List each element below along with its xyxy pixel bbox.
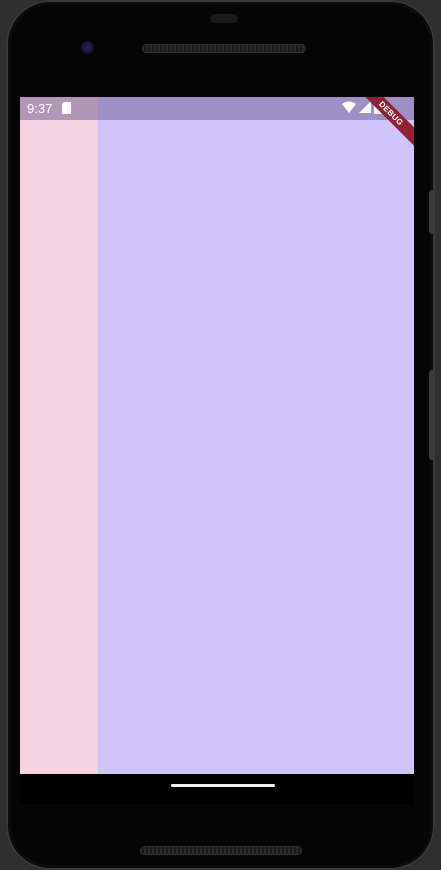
- power-button: [429, 370, 435, 460]
- status-bar: 9:37: [20, 97, 414, 120]
- wifi-icon: [342, 101, 356, 113]
- proximity-sensor: [210, 14, 238, 23]
- front-camera-icon: [81, 41, 94, 54]
- app-screen: 9:37 DEBUG: [20, 97, 414, 774]
- navigation-bar: [20, 774, 414, 804]
- volume-up-button: [429, 190, 435, 234]
- cell-signal-icon: [359, 101, 371, 113]
- main-content-area[interactable]: [98, 97, 414, 774]
- sd-card-icon: [62, 102, 71, 114]
- earpiece-speaker: [142, 44, 306, 53]
- side-drawer-panel[interactable]: [20, 97, 98, 774]
- home-gesture-pill[interactable]: [171, 784, 275, 787]
- bottom-speaker: [140, 846, 302, 855]
- status-time: 9:37: [27, 101, 53, 116]
